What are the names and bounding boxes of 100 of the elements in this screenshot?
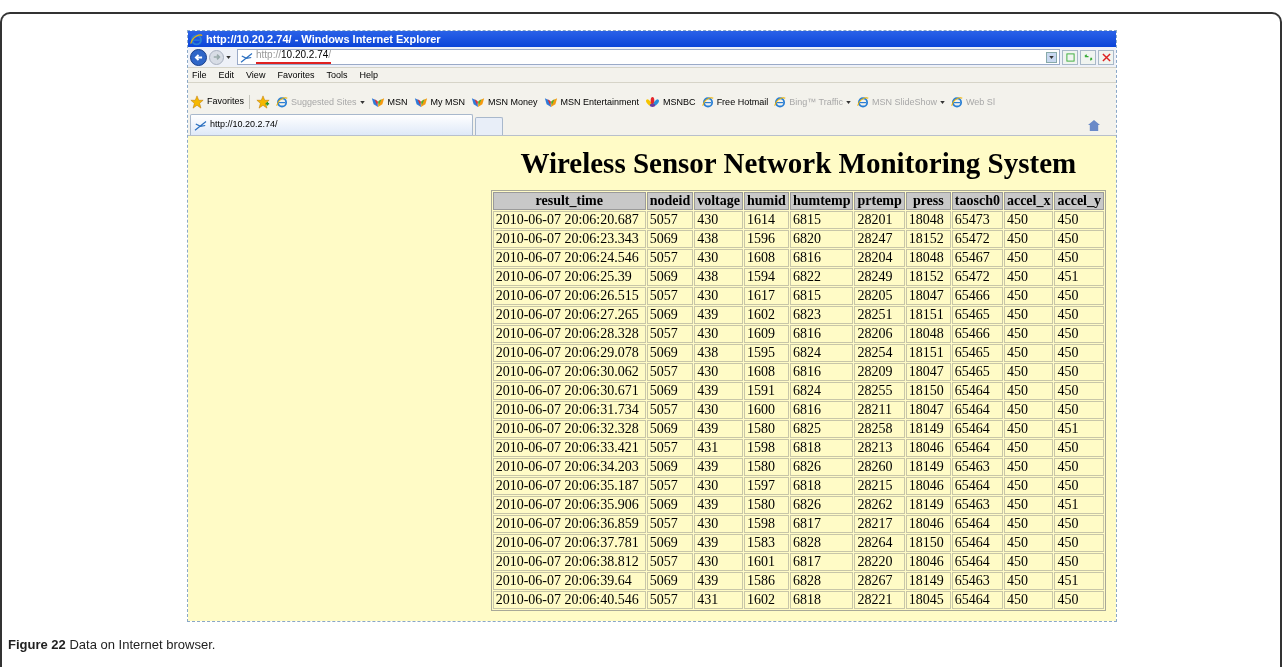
- favorites-link[interactable]: MSN Entertainment: [543, 96, 640, 108]
- table-cell: 431: [694, 591, 743, 609]
- caret-icon: [846, 100, 851, 104]
- table-cell: 5057: [646, 553, 694, 571]
- ie-logo-icon: [276, 96, 288, 108]
- browser-tab[interactable]: http://10.20.2.74/: [190, 114, 473, 135]
- table-cell: 1602: [744, 306, 789, 324]
- table-cell: 65465: [951, 306, 1003, 324]
- column-header: result_time: [492, 192, 646, 210]
- table-cell: 5057: [646, 439, 694, 457]
- table-cell: 28215: [854, 477, 905, 495]
- menu-item[interactable]: Tools: [326, 70, 348, 80]
- table-cell: 450: [1003, 591, 1054, 609]
- table-cell: 450: [1003, 477, 1054, 495]
- address-field[interactable]: http://10.20.2.74/: [237, 49, 1060, 65]
- table-cell: 6816: [789, 249, 854, 267]
- table-cell: 6828: [789, 572, 854, 590]
- dropdown-button[interactable]: [1046, 51, 1057, 63]
- table-cell: 450: [1054, 344, 1104, 362]
- table-cell: 450: [1003, 211, 1054, 229]
- table-cell: 18046: [905, 515, 951, 533]
- table-cell: 6816: [789, 325, 854, 343]
- favorites-link[interactable]: MSN: [370, 96, 408, 108]
- column-header: prtemp: [854, 192, 905, 210]
- table-cell: 430: [694, 287, 743, 305]
- table-cell: 1617: [744, 287, 789, 305]
- table-cell: 65464: [951, 420, 1003, 438]
- table-cell: 6826: [789, 496, 854, 514]
- table-cell: 65472: [951, 230, 1003, 248]
- table-cell: 450: [1003, 572, 1054, 590]
- table-cell: 18152: [905, 230, 951, 248]
- column-header: accel_y: [1054, 192, 1104, 210]
- refresh-button[interactable]: [1080, 49, 1096, 65]
- table-cell: 450: [1054, 401, 1104, 419]
- table-cell: 18149: [905, 458, 951, 476]
- butterfly-icon: [370, 96, 385, 108]
- table-cell: 5069: [646, 458, 694, 476]
- table-cell: 2010-06-07 20:06:35.906: [492, 496, 646, 514]
- table-cell: 450: [1003, 382, 1054, 400]
- back-button[interactable]: [190, 48, 207, 66]
- table-cell: 430: [694, 477, 743, 495]
- table-cell: 18151: [905, 306, 951, 324]
- table-cell: 450: [1003, 515, 1054, 533]
- menu-item[interactable]: Help: [359, 70, 378, 80]
- table-cell: 430: [694, 325, 743, 343]
- table-cell: 28251: [854, 306, 905, 324]
- table-cell: 18151: [905, 344, 951, 362]
- menu-item[interactable]: Favorites: [277, 70, 315, 80]
- menu-item[interactable]: Edit: [218, 70, 235, 80]
- table-cell: 430: [694, 363, 743, 381]
- star-icon: [190, 95, 204, 109]
- menu-item[interactable]: File: [192, 70, 207, 80]
- new-tab-button[interactable]: [475, 117, 503, 135]
- favorites-link[interactable]: Free Hotmail: [701, 96, 769, 108]
- table-cell: 2010-06-07 20:06:32.328: [492, 420, 646, 438]
- butterfly-icon: [413, 96, 428, 108]
- table-cell: 65465: [951, 344, 1003, 362]
- table-cell: 1586: [744, 572, 789, 590]
- table-cell: 2010-06-07 20:06:30.062: [492, 363, 646, 381]
- table-cell: 6825: [789, 420, 854, 438]
- table-cell: 450: [1054, 325, 1104, 343]
- table-cell: 18048: [905, 211, 951, 229]
- table-cell: 5069: [646, 268, 694, 286]
- table-cell: 2010-06-07 20:06:37.781: [492, 534, 646, 552]
- table-cell: 28213: [854, 439, 905, 457]
- caret-icon: [226, 55, 231, 59]
- table-cell: 18045: [905, 591, 951, 609]
- table-cell: 65464: [951, 477, 1003, 495]
- table-cell: 1580: [744, 496, 789, 514]
- table-cell: 1600: [744, 401, 789, 419]
- table-cell: 450: [1054, 363, 1104, 381]
- table-cell: 430: [694, 211, 743, 229]
- favorites-button[interactable]: Favorites: [190, 95, 250, 109]
- table-cell: 28205: [854, 287, 905, 305]
- ie-logo-icon: [951, 96, 964, 108]
- table-cell: 65464: [951, 591, 1003, 609]
- favorites-link[interactable]: MSNBC: [645, 96, 696, 108]
- favorites-link[interactable]: My MSN: [413, 96, 466, 108]
- table-cell: 28249: [854, 268, 905, 286]
- table-cell: 450: [1054, 477, 1104, 495]
- table-cell: 430: [694, 401, 743, 419]
- table-cell: 450: [1054, 306, 1104, 324]
- home-icon[interactable]: [1088, 120, 1100, 131]
- stop-button[interactable]: [1098, 49, 1114, 65]
- table-cell: 1602: [744, 591, 789, 609]
- compatibility-button[interactable]: [1062, 49, 1078, 65]
- favorites-link[interactable]: MSN Money: [471, 96, 538, 108]
- table-cell: 450: [1003, 268, 1054, 286]
- table-cell: 28255: [854, 382, 905, 400]
- table-cell: 5069: [646, 496, 694, 514]
- table-cell: 28267: [854, 572, 905, 590]
- table-cell: 1580: [744, 420, 789, 438]
- table-cell: 6820: [789, 230, 854, 248]
- table-cell: 450: [1003, 458, 1054, 476]
- table-cell: 65464: [951, 553, 1003, 571]
- table-cell: 5069: [646, 230, 694, 248]
- table-cell: 6818: [789, 477, 854, 495]
- menu-item[interactable]: View: [246, 70, 266, 80]
- table-cell: 28204: [854, 249, 905, 267]
- table-cell: 2010-06-07 20:06:25.39: [492, 268, 646, 286]
